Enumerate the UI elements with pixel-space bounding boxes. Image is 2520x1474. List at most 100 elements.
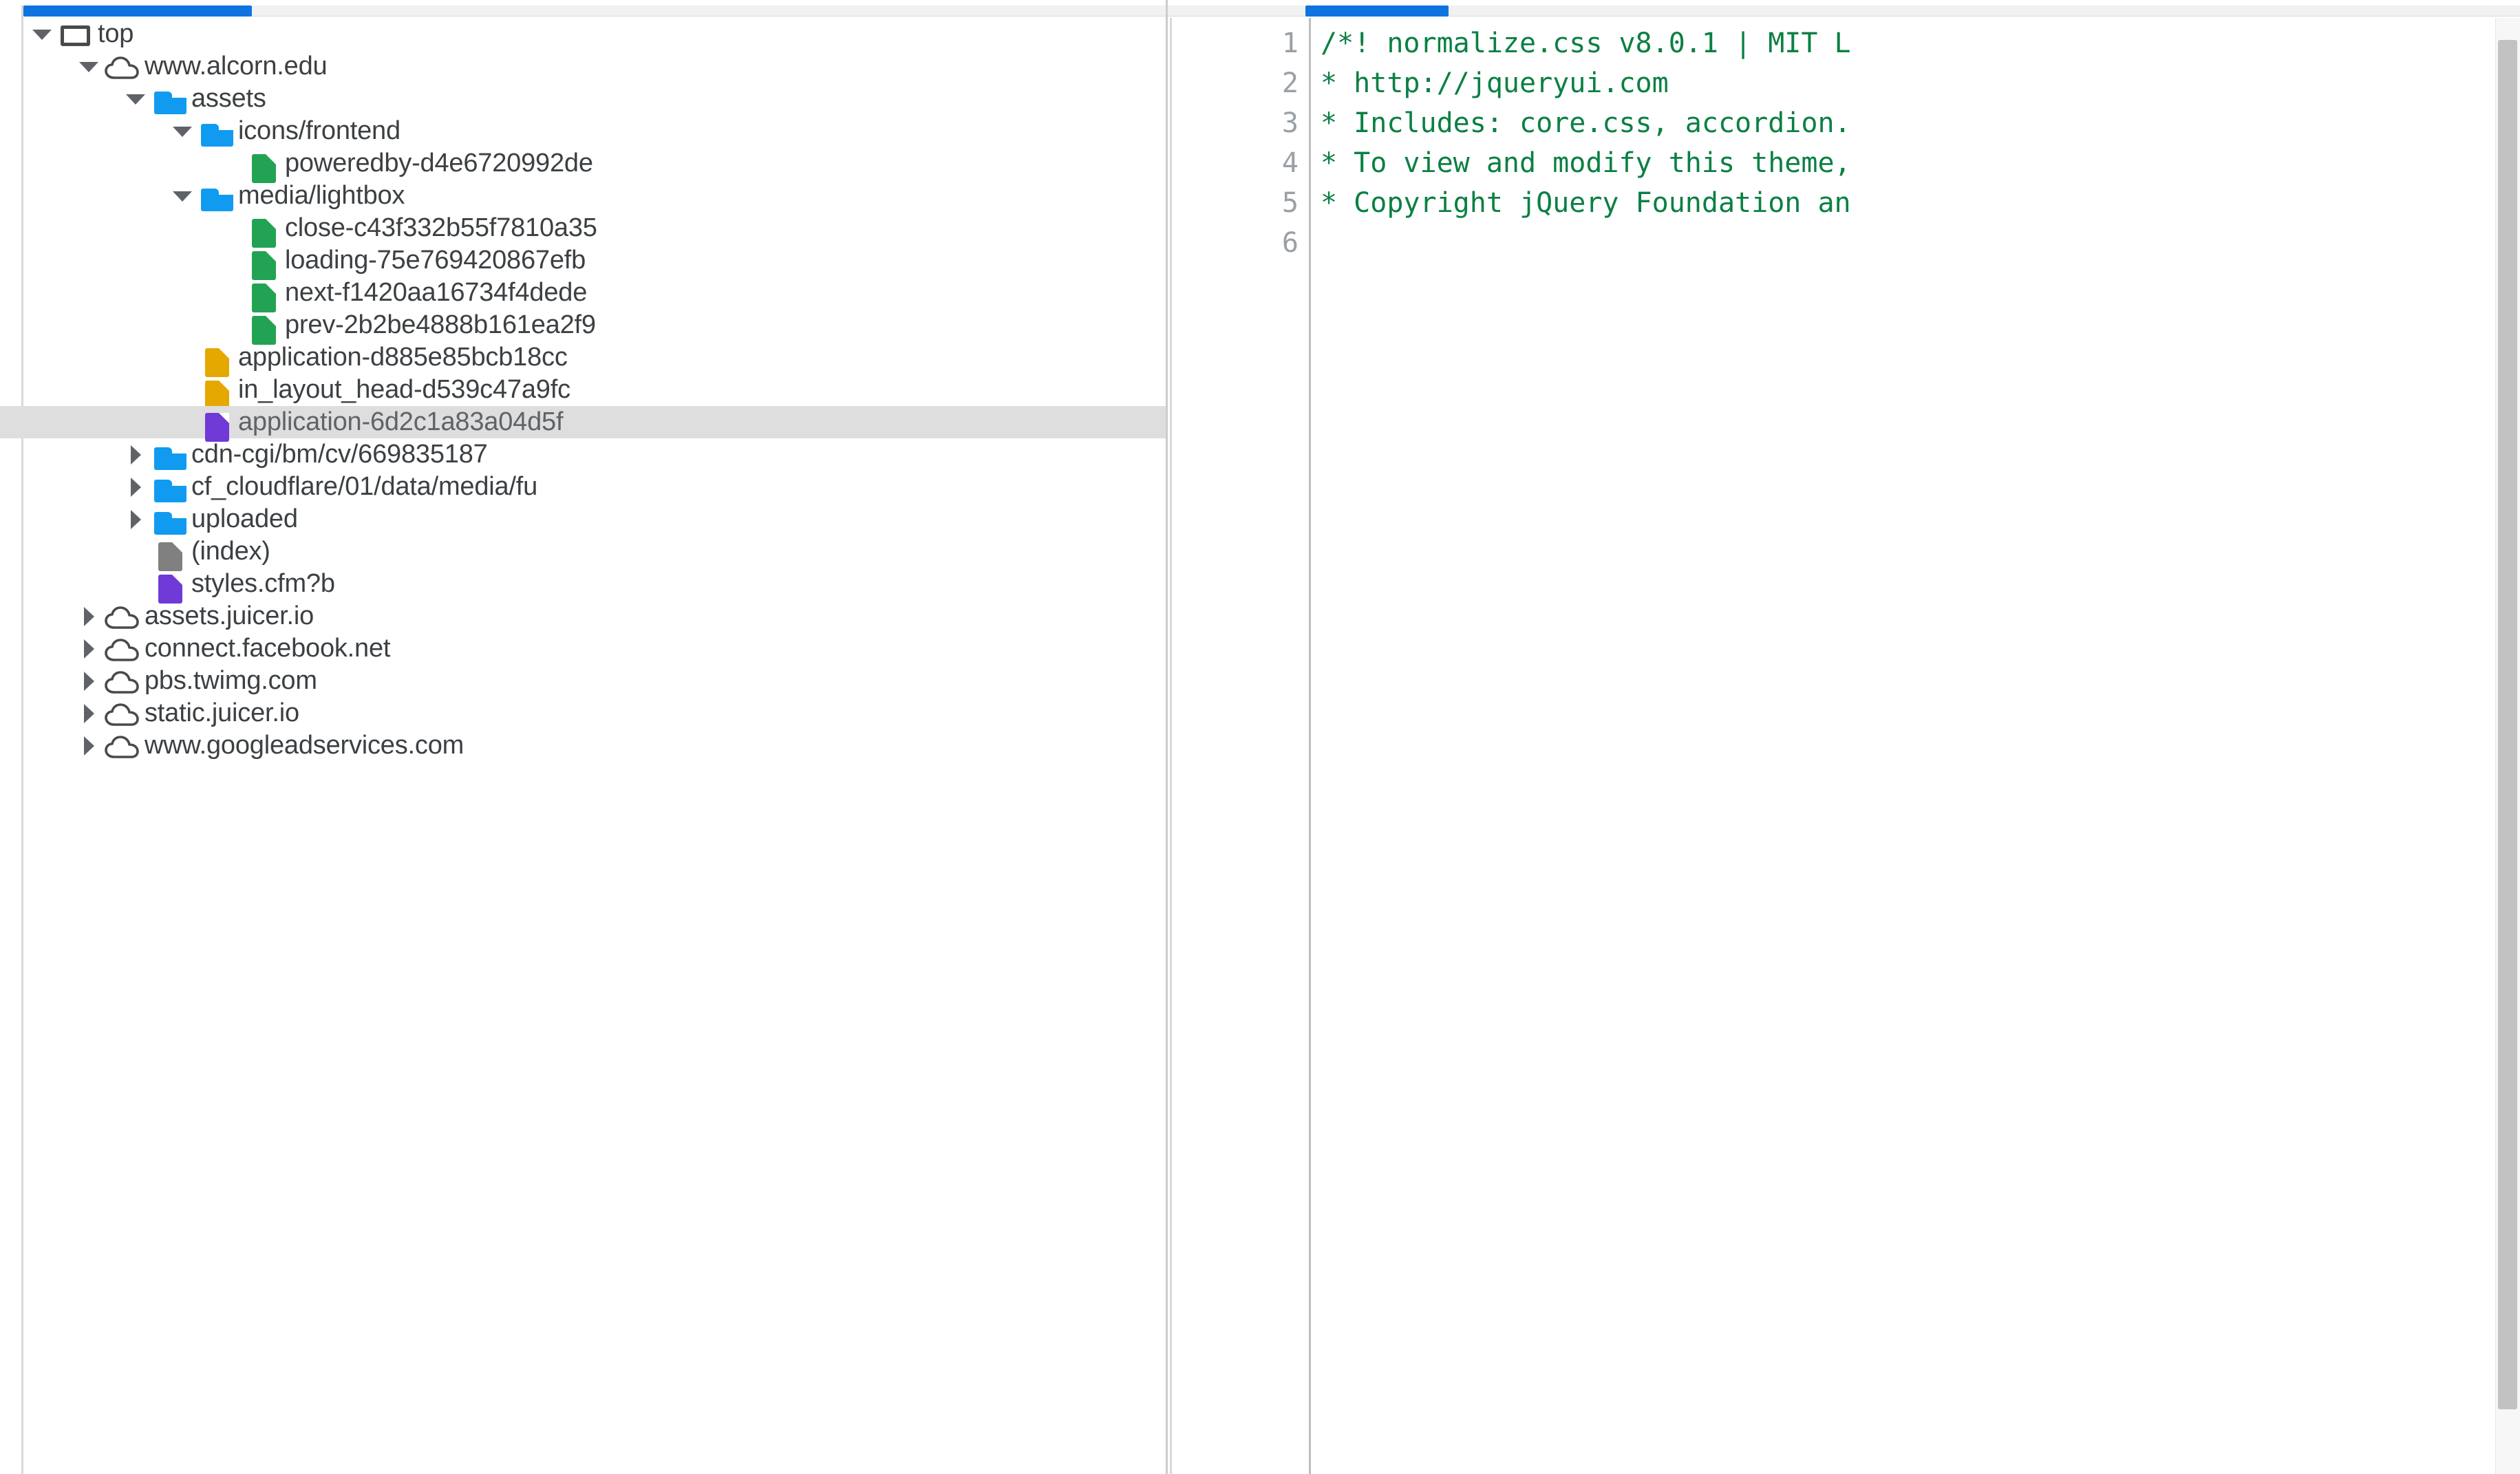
tree-row-label: loading-75e769420867efb [285, 246, 586, 275]
line-number: 5 [1281, 187, 1299, 219]
source-editor-panel: 1 /*! normalize.css v8.0.1 | MIT L 2 * http… [1168, 0, 2520, 1474]
line-number: 6 [1281, 227, 1299, 259]
code-content[interactable]: 1 /*! normalize.css v8.0.1 | MIT L 2 * http… [1168, 23, 2520, 1474]
tree-row-label: www.googleadservices.com [145, 731, 465, 760]
tree-row[interactable]: static.juicer.io [0, 697, 1166, 729]
tree-row[interactable]: www.googleadservices.com [0, 729, 1166, 762]
tree-row-label: cf_cloudflare/01/data/media/fu [191, 472, 538, 501]
tree-row-label: assets.juicer.io [145, 601, 314, 630]
line-number: 2 [1281, 67, 1299, 99]
chevron-right-icon[interactable] [73, 697, 105, 729]
stylesheet-file-icon [151, 568, 189, 604]
tree-row[interactable]: cf_cloudflare/01/data/media/fu [0, 471, 1166, 503]
tree-row[interactable]: application-6d2c1a83a04d5f [0, 406, 1166, 442]
tree-row-label: static.juicer.io [145, 698, 299, 727]
chevron-down-icon[interactable] [120, 83, 151, 115]
tree-row-label: prev-2b2be4888b161ea2f9 [285, 310, 596, 339]
tree-row[interactable]: poweredby-d4e6720992de [0, 147, 1166, 183]
tree-row-label: (index) [191, 537, 270, 566]
image-file-icon [245, 147, 282, 183]
tree-row[interactable]: cdn-cgi/bm/cv/669835187 [0, 438, 1166, 471]
navigator-panel: top www.alcorn.edu assets icons/frontend pow… [0, 0, 1168, 1474]
code-line[interactable]: 3 * Includes: core.css, accordion. [1168, 103, 2520, 143]
tree-row[interactable]: media/lightbox [0, 180, 1166, 212]
chevron-down-icon[interactable] [73, 50, 105, 83]
tree-row-label: uploaded [191, 504, 298, 533]
tree-row[interactable]: assets.juicer.io [0, 600, 1166, 632]
tree-row[interactable]: connect.facebook.net [0, 632, 1166, 665]
tree-row[interactable]: icons/frontend [0, 115, 1166, 147]
navigator-horizontal-scrollbar-thumb[interactable] [23, 6, 252, 17]
chevron-right-icon[interactable] [120, 471, 151, 503]
line-number: 3 [1281, 107, 1299, 139]
tree-row[interactable]: next-f1420aa16734f4dede [0, 277, 1166, 312]
chevron-down-icon[interactable] [167, 180, 198, 212]
chevron-right-icon[interactable] [73, 632, 105, 665]
tree-row[interactable]: in_layout_head-d539c47a9fc [0, 374, 1166, 409]
chevron-right-icon[interactable] [120, 503, 151, 535]
stylesheet-file-icon [198, 406, 235, 442]
line-text: * Includes: core.css, accordion. [1321, 107, 1851, 139]
chevron-right-icon[interactable] [73, 665, 105, 697]
code-line[interactable]: 2 * http://jqueryui.com [1168, 63, 2520, 103]
tree-row[interactable]: uploaded [0, 503, 1166, 535]
image-file-icon [245, 277, 282, 312]
cloud-icon [105, 697, 142, 729]
cloud-icon [105, 665, 142, 697]
document-file-icon [151, 535, 189, 571]
line-text: /*! normalize.css v8.0.1 | MIT L [1321, 28, 1851, 59]
code-line[interactable]: 4 * To view and modify this theme, [1168, 143, 2520, 183]
tree-row[interactable]: styles.cfm?b [0, 568, 1166, 604]
chevron-right-icon[interactable] [120, 438, 151, 471]
tree-row-label: media/lightbox [238, 181, 405, 210]
image-file-icon [245, 309, 282, 345]
cloud-icon [105, 50, 142, 83]
devtools-sources-panel: top www.alcorn.edu assets icons/frontend pow… [0, 0, 2520, 1474]
tree-row[interactable]: prev-2b2be4888b161ea2f9 [0, 309, 1166, 345]
tree-row-label: pbs.twimg.com [145, 666, 317, 695]
editor-vertical-scrollbar-thumb[interactable] [2498, 40, 2517, 1409]
code-line[interactable]: 6 [1168, 223, 2520, 263]
tree-row[interactable]: assets [0, 83, 1166, 115]
tree-row[interactable]: www.alcorn.edu [0, 50, 1166, 83]
code-line[interactable]: 5 * Copyright jQuery Foundation an [1168, 183, 2520, 223]
tree-row-label: connect.facebook.net [145, 634, 391, 663]
folder-icon [198, 115, 235, 147]
code-line[interactable]: 1 /*! normalize.css v8.0.1 | MIT L [1168, 23, 2520, 63]
tree-row-label: application-6d2c1a83a04d5f [238, 407, 564, 436]
tree-row-label: in_layout_head-d539c47a9fc [238, 375, 570, 404]
chevron-right-icon[interactable] [73, 600, 105, 632]
tree-row[interactable]: application-d885e85bcb18cc [0, 341, 1166, 377]
folder-icon [151, 83, 189, 115]
tree-row-label: cdn-cgi/bm/cv/669835187 [191, 440, 488, 469]
line-number: 1 [1281, 28, 1299, 59]
image-file-icon [245, 244, 282, 280]
active-tab-indicator[interactable] [1305, 6, 1449, 17]
tree-row[interactable]: top [0, 18, 1166, 50]
folder-icon [198, 180, 235, 212]
line-text: * http://jqueryui.com [1321, 67, 1669, 99]
image-file-icon [245, 212, 282, 248]
frame-icon [58, 18, 95, 50]
cloud-icon [105, 632, 142, 665]
tree-row-label: close-c43f332b55f7810a35 [285, 213, 597, 242]
line-text: * To view and modify this theme, [1321, 147, 1851, 179]
cloud-icon [105, 729, 142, 762]
chevron-right-icon[interactable] [73, 729, 105, 762]
tree-row-label: application-d885e85bcb18cc [238, 343, 568, 372]
tree-row[interactable]: (index) [0, 535, 1166, 571]
tree-row-label: top [98, 19, 134, 48]
tree-row-label: next-f1420aa16734f4dede [285, 278, 588, 307]
tree-row[interactable]: pbs.twimg.com [0, 665, 1166, 697]
chevron-down-icon[interactable] [26, 18, 58, 50]
script-file-icon [198, 341, 235, 377]
tree-row[interactable]: loading-75e769420867efb [0, 244, 1166, 280]
chevron-down-icon[interactable] [167, 115, 198, 147]
tree-row[interactable]: close-c43f332b55f7810a35 [0, 212, 1166, 248]
